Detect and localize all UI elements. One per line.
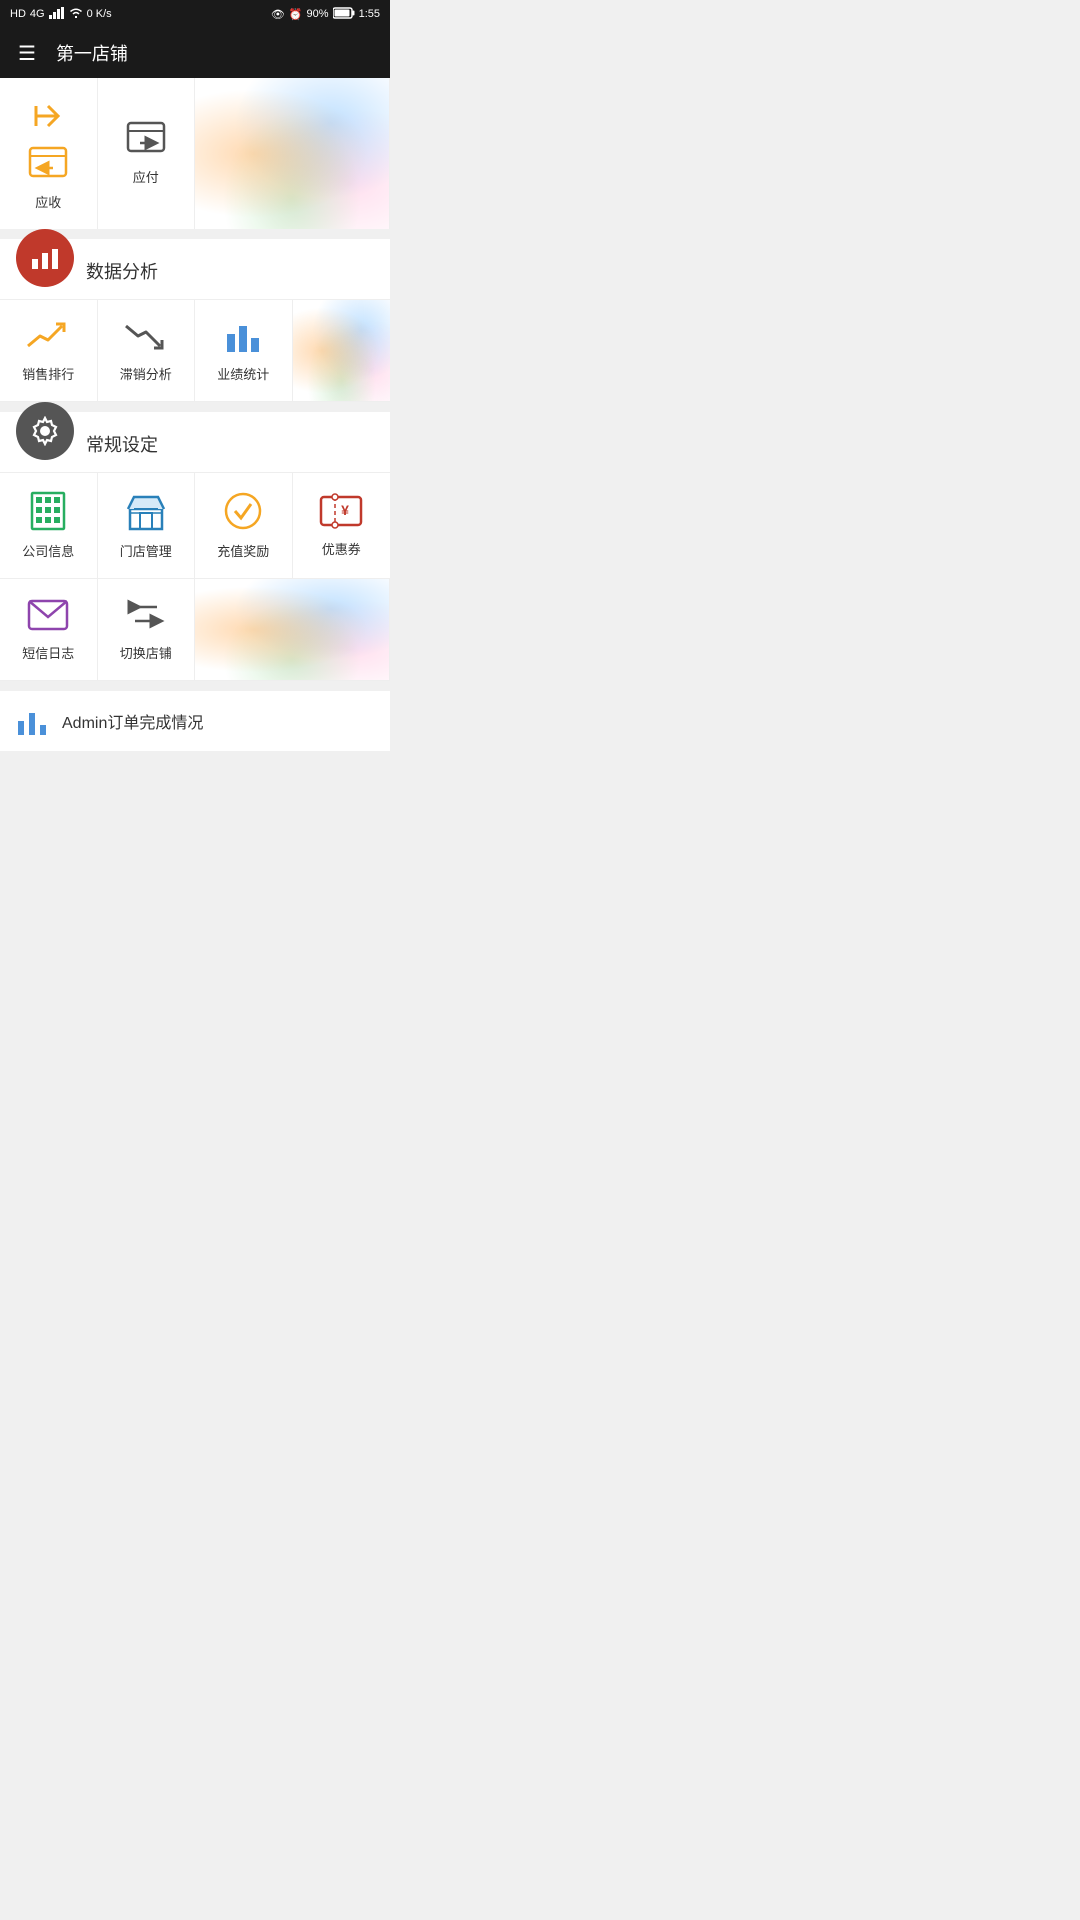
data-analysis-header: 数据分析 (0, 239, 390, 299)
chongzhi-item[interactable]: 充值奖励 (195, 473, 293, 579)
time-display: 1:55 (359, 8, 380, 20)
trend-up-icon (26, 318, 70, 354)
general-settings-title: 常规设定 (86, 431, 158, 457)
duanxin-label: 短信日志 (22, 643, 74, 662)
qiehuan-label: 切换店铺 (120, 643, 172, 662)
data-analysis-section: 数据分析 销售排行 滞销分析 (0, 239, 390, 402)
wifi-icon (69, 8, 83, 21)
yingshou-icon (28, 146, 68, 182)
svg-text:¥: ¥ (341, 502, 349, 518)
top-navigation: ☰ 第一店铺 (0, 28, 390, 78)
zhixiao-item[interactable]: 滞销分析 (98, 300, 196, 402)
yeji-label: 业绩统计 (217, 364, 269, 383)
general-settings-section: 常规设定 公司信息 (0, 412, 390, 681)
store-icon (126, 491, 166, 531)
switch-icon (125, 597, 167, 633)
youhui-label: 优惠券 (322, 539, 361, 558)
settings-icon-circle (16, 402, 74, 460)
status-bar: HD 4G 0 K/s 👁 ⏰ 90% (0, 0, 390, 28)
general-settings-header: 常规设定 (0, 412, 390, 472)
blob-placeholder-3 (195, 579, 390, 681)
yingshou-label: 应收 (35, 192, 61, 211)
data-analysis-icon-circle (16, 229, 74, 287)
zhixiao-label: 滞销分析 (120, 364, 172, 383)
xiaoshou-item[interactable]: 销售排行 (0, 300, 98, 402)
duanxin-item[interactable]: 短信日志 (0, 579, 98, 681)
gongsi-item[interactable]: 公司信息 (0, 473, 98, 579)
blob-placeholder-1 (195, 78, 390, 229)
bottom-section[interactable]: Admin订单完成情况 (0, 691, 390, 751)
main-content: 应收 应付 (0, 78, 390, 751)
arrow-in-icon (28, 96, 68, 136)
bottom-bar-icon (16, 705, 48, 737)
financial-grid: 应收 应付 (0, 78, 390, 229)
blob-placeholder-2 (293, 300, 391, 402)
alarm-icon: ⏰ (289, 8, 303, 21)
traffic-indicator: 0 K/s (87, 8, 112, 20)
xiaoshou-label: 销售排行 (22, 364, 74, 383)
coupon-icon: ¥ (319, 493, 363, 529)
status-right: 👁 ⏰ 90% 1:55 (271, 7, 380, 22)
chongzhi-label: 充值奖励 (217, 541, 269, 560)
nav-title: 第一店铺 (56, 40, 128, 66)
gear-icon (30, 416, 60, 446)
yeji-item[interactable]: 业绩统计 (195, 300, 293, 402)
envelope-icon (27, 597, 69, 633)
circle-check-icon (223, 491, 263, 531)
mendian-label: 门店管理 (120, 541, 172, 560)
qiehuan-item[interactable]: 切换店铺 (98, 579, 196, 681)
youhui-item[interactable]: ¥ 优惠券 (293, 473, 391, 579)
battery-percent: 90% (307, 8, 329, 20)
financial-section: 应收 应付 (0, 78, 390, 229)
menu-button[interactable]: ☰ (18, 41, 36, 66)
yingfu-item[interactable]: 应付 (98, 78, 196, 229)
hd-badge: HD (10, 8, 26, 20)
building-icon (29, 491, 67, 531)
yingfu-label: 应付 (133, 167, 159, 186)
data-analysis-title: 数据分析 (86, 258, 158, 284)
data-analysis-grid: 销售排行 滞销分析 业绩统计 (0, 299, 390, 402)
yingfu-icon (126, 121, 166, 157)
general-settings-grid: 公司信息 门店管理 充值奖励 (0, 472, 390, 681)
bottom-title: Admin订单完成情况 (62, 709, 203, 733)
trend-down-icon (124, 318, 168, 354)
yeji-bar-icon (223, 318, 263, 354)
signal-icon (49, 7, 65, 22)
bar-chart-icon (30, 245, 60, 271)
yingshou-item[interactable]: 应收 (0, 78, 98, 229)
gongsi-label: 公司信息 (22, 541, 74, 560)
mendian-item[interactable]: 门店管理 (98, 473, 196, 579)
battery-icon (333, 7, 355, 22)
eye-icon: 👁 (271, 8, 285, 21)
network-type: 4G (30, 8, 45, 20)
status-left: HD 4G 0 K/s (10, 7, 112, 22)
